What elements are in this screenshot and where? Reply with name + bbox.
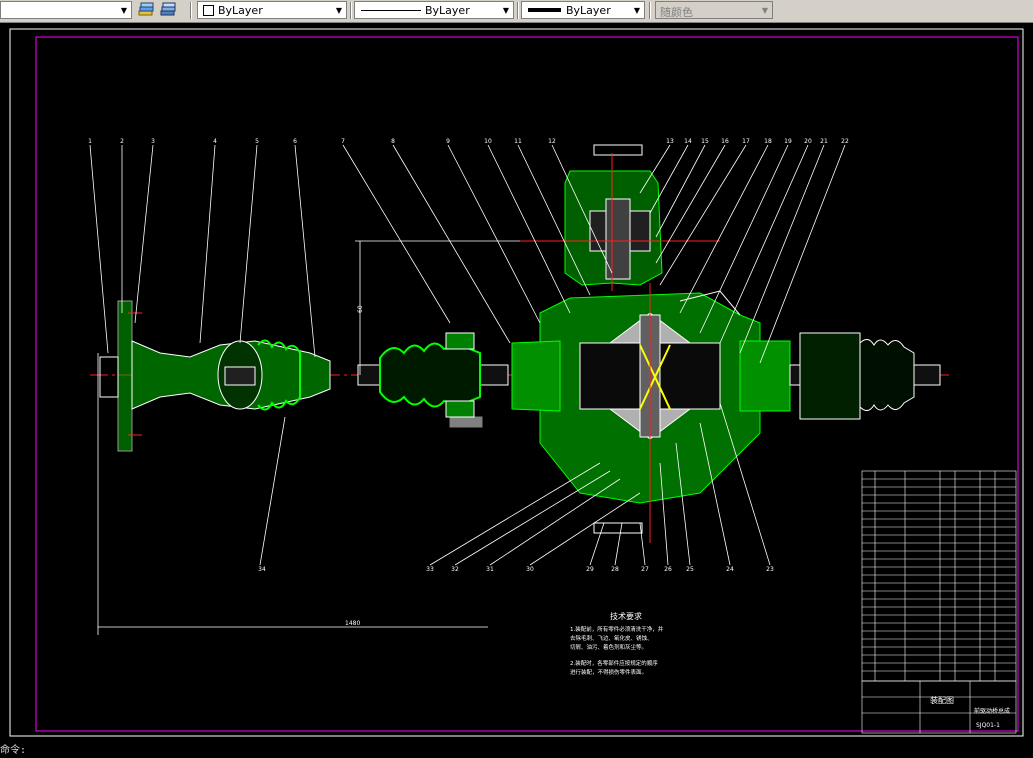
tech-line-4: 2.装配时，各零部件应按规定的顺序 [570,659,658,667]
properties-toolbar: ▼ ByLayer ▼ ByLayer ▼ ByLayer ▼ 随颜色 ▼ [0,0,1033,23]
linetype-dropdown[interactable]: ByLayer ▼ [354,1,514,19]
chevron-down-icon: ▼ [335,5,343,15]
layer-dropdown-tail[interactable]: ▼ [0,1,132,19]
dimension-height-label: 60 [357,305,364,313]
lineweight-preview [528,8,561,12]
toolbar-separator [649,2,651,19]
color-value: ByLayer [218,4,263,17]
linetype-preview [361,10,421,11]
lineweight-value: ByLayer [566,4,611,17]
toolbar-separator [517,2,519,19]
cad-drawing: 1 2 3 4 5 6 7 8 9 10 11 12 13 14 15 16 1… [9,28,1024,737]
balloon-20: 20 [804,138,812,145]
balloon-19: 19 [784,138,792,145]
title-block-code: SJQ01-1 [976,722,1000,729]
chevron-down-icon: ▼ [761,5,769,15]
chevron-down-icon: ▼ [502,5,510,15]
balloon-11: 11 [514,138,522,145]
balloon-5: 5 [255,138,259,145]
balloon-14: 14 [684,138,692,145]
balloon-10: 10 [484,138,492,145]
right-half-shaft [789,332,941,420]
dimension-width-label: 1480 [345,620,360,627]
balloon-7: 7 [341,138,345,145]
drawing-canvas[interactable]: 1 2 3 4 5 6 7 8 9 10 11 12 13 14 15 16 1… [0,23,1033,754]
balloon-18: 18 [764,138,772,145]
toolbar-separator [350,2,352,19]
balloon-30: 30 [526,566,534,573]
balloon-26: 26 [664,566,672,573]
layer-previous-icon[interactable] [137,1,155,19]
tech-title: 技术要求 [610,611,642,621]
tech-line-5: 进行装配，不得损伤零件表面。 [570,668,647,676]
balloon-32: 32 [451,566,459,573]
balloon-21: 21 [820,138,828,145]
balloon-22: 22 [841,138,849,145]
balloon-25: 25 [686,566,694,573]
balloon-labels-top: 1 2 3 4 5 6 7 8 9 10 11 12 13 14 15 16 1… [88,138,849,145]
tech-line-1: 1.装配前，所有零件必须清洗干净，并 [570,625,664,633]
balloon-27: 27 [641,566,649,573]
balloon-6: 6 [293,138,297,145]
balloon-24: 24 [726,566,734,573]
balloon-15: 15 [701,138,709,145]
chevron-down-icon: ▼ [633,5,641,15]
balloon-16: 16 [721,138,729,145]
left-flange [99,300,331,452]
balloon-labels-bottom: 34 33 32 31 30 29 28 27 26 25 24 23 [258,566,774,573]
title-block-product: 前驱动桥总成 [974,707,1010,715]
color-swatch [203,5,214,16]
color-dropdown[interactable]: ByLayer ▼ [197,1,347,19]
chevron-down-icon: ▼ [120,5,128,15]
toolbar-separator [190,2,192,19]
balloon-23: 23 [766,566,774,573]
title-block-name: 装配图 [930,695,954,705]
balloon-3: 3 [151,138,155,145]
balloon-31: 31 [486,566,494,573]
plotstyle-value: 随颜色 [660,6,693,19]
linetype-value: ByLayer [425,4,470,17]
tech-line-2: 去除毛刺、飞边、氧化皮、锈蚀、 [570,634,653,642]
differential-housing [511,144,791,534]
tech-requirements: 技术要求 1.装配前，所有零件必须清洗干净，并 去除毛刺、飞边、氧化皮、锈蚀、 … [570,611,664,676]
left-half-shaft [357,332,509,428]
balloon-33: 33 [426,566,434,573]
balloon-17: 17 [742,138,750,145]
balloon-29: 29 [586,566,594,573]
balloon-4: 4 [213,138,217,145]
balloon-28: 28 [611,566,619,573]
tech-line-3: 切屑、油污、着色剂和灰尘等。 [570,643,647,651]
dimension-lines [97,240,520,635]
command-prompt[interactable]: 命令: [0,741,26,756]
balloon-1: 1 [88,138,92,145]
balloon-34: 34 [258,566,266,573]
balloon-9: 9 [446,138,450,145]
parts-list-table [861,470,1017,682]
balloon-8: 8 [391,138,395,145]
balloon-2: 2 [120,138,124,145]
balloon-12: 12 [548,138,556,145]
plotstyle-dropdown: 随颜色 ▼ [655,1,773,19]
lineweight-dropdown[interactable]: ByLayer ▼ [521,1,645,19]
layer-states-icon[interactable] [159,1,177,19]
balloon-13: 13 [666,138,674,145]
